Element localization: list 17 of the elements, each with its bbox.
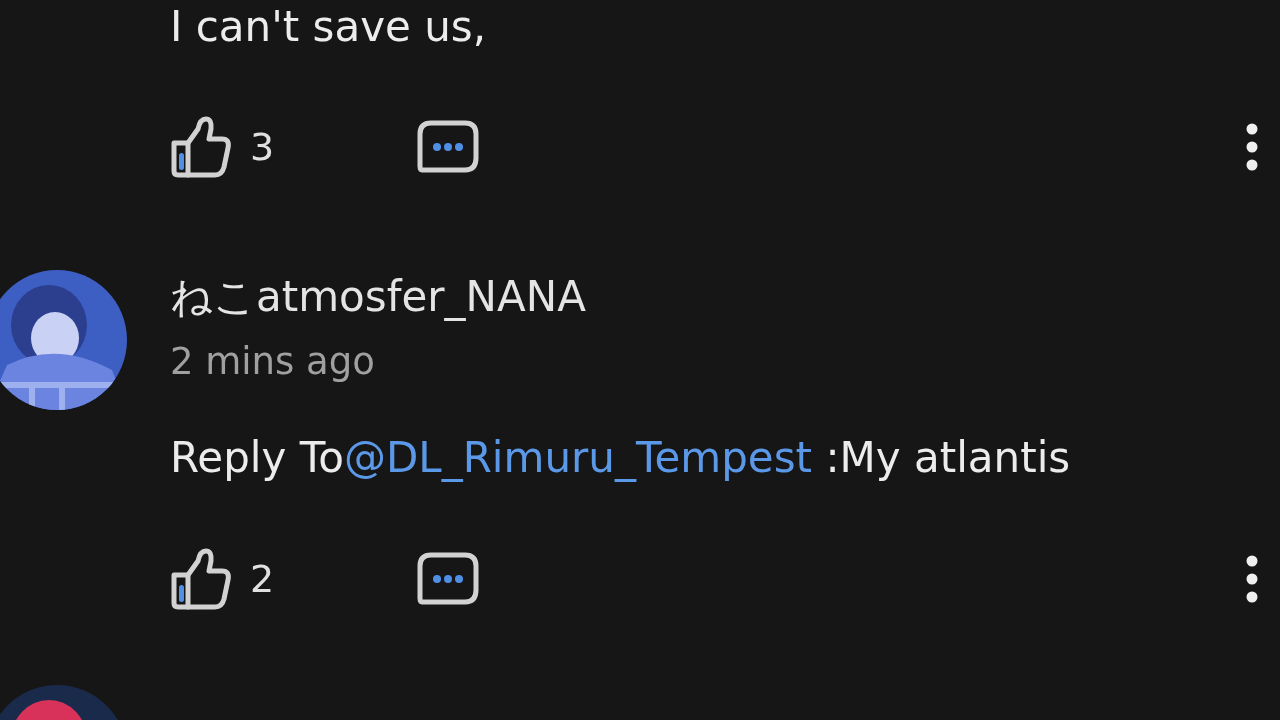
reply-button[interactable]	[417, 120, 479, 174]
username: ねこatmosfer_NANA	[170, 271, 587, 323]
like-button[interactable]: 2	[170, 547, 417, 611]
comment-icon	[417, 552, 479, 606]
more-button[interactable]	[1246, 555, 1258, 603]
comment-text: I can't save us,	[170, 1, 488, 53]
timestamp: 2 mins ago	[170, 339, 376, 385]
comment-text: Reply To@DL_Rimuru_Tempest :My atlantis	[170, 432, 1072, 484]
more-button[interactable]	[1246, 123, 1258, 171]
thumbs-up-icon	[170, 115, 232, 179]
more-icon	[1246, 555, 1258, 603]
like-button[interactable]: 3	[170, 115, 417, 179]
mention-link[interactable]: @DL_Rimuru_Tempest	[343, 433, 813, 482]
more-icon	[1246, 123, 1258, 171]
reply-button[interactable]	[417, 552, 479, 606]
comment-icon	[417, 120, 479, 174]
thumbs-up-icon	[170, 547, 232, 611]
